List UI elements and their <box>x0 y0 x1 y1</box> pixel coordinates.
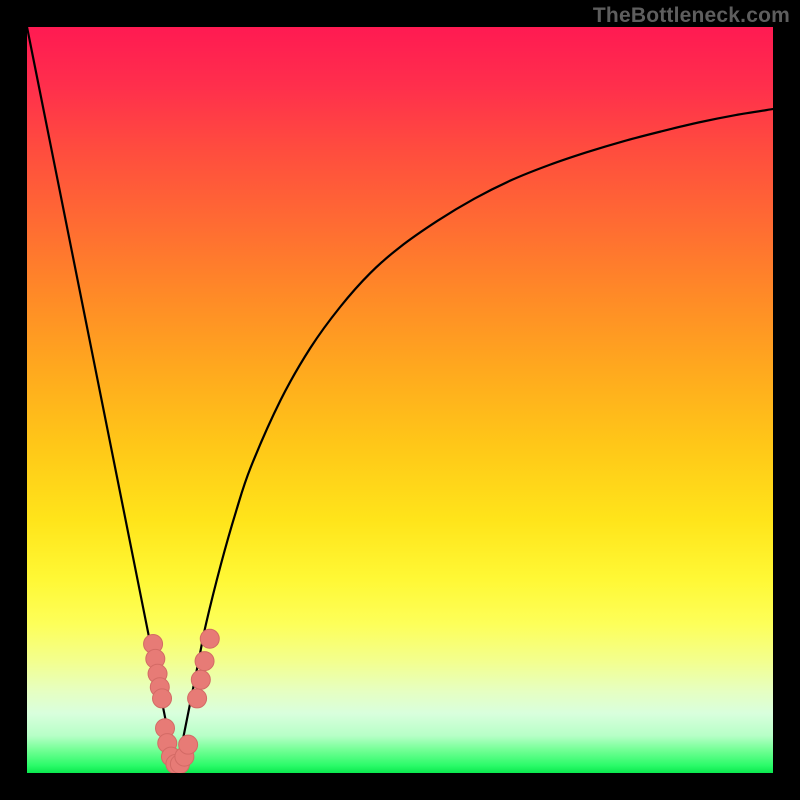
curve-marker <box>195 652 214 671</box>
curve-marker <box>153 689 172 708</box>
curve-layer <box>27 27 773 773</box>
curve-marker <box>179 735 198 754</box>
plot-area <box>27 27 773 773</box>
chart-frame: TheBottleneck.com <box>0 0 800 800</box>
curve-marker <box>200 629 219 648</box>
watermark-text: TheBottleneck.com <box>593 4 790 28</box>
curve-marker <box>191 670 210 689</box>
curve-marker <box>188 689 207 708</box>
curve-markers <box>144 629 220 773</box>
bottleneck-curve <box>27 27 773 766</box>
